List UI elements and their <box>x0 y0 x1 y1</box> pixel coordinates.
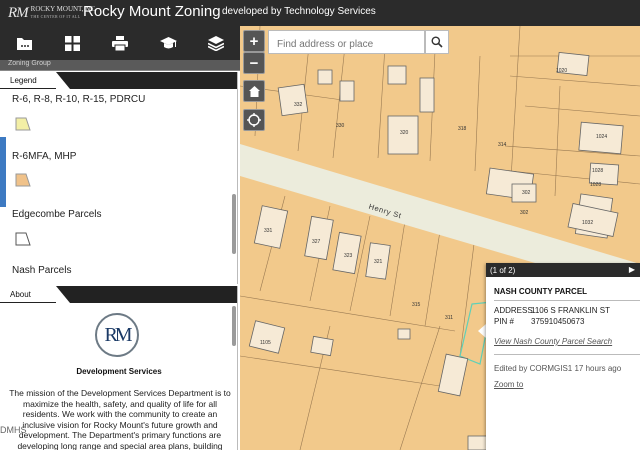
parcel-label: 332 <box>294 102 303 108</box>
legend-tab[interactable]: Legend <box>0 72 56 88</box>
layers-icon <box>208 35 224 51</box>
app-header: RM ROCKY MOUNT, NC THE CENTER OF IT ALL … <box>0 0 640 26</box>
about-scrollbar[interactable] <box>232 306 236 346</box>
popup-pin-key: PIN # <box>494 317 515 326</box>
popup-address-value: 1106 S FRANKLIN ST <box>531 306 610 315</box>
zoom-in-button[interactable]: + <box>243 30 265 52</box>
home-icon <box>248 85 260 97</box>
about-panel: About RM Development Services The missio… <box>0 286 238 450</box>
parcel-label: 321 <box>374 259 383 265</box>
parcel-label: 327 <box>312 239 321 245</box>
parcel-label: 318 <box>458 126 467 132</box>
app-subtitle: developed by Technology Services <box>222 6 376 17</box>
development-services-logo-text: RM <box>104 323 132 346</box>
popup-pointer <box>478 324 486 338</box>
parcel-label: 311 <box>445 315 453 321</box>
legend-swatch-residential <box>15 117 31 131</box>
legend-item-nash-label: Nash Parcels <box>12 265 72 276</box>
legend-swatch-multifamily <box>15 173 31 187</box>
city-logo-mark: RM <box>8 4 29 21</box>
grid-icon <box>64 35 80 51</box>
parcel-label: 323 <box>344 253 353 259</box>
popup-edited-info: Edited by CORMGIS1 17 hours ago <box>494 364 622 373</box>
parcel-label: 302 <box>520 210 529 216</box>
legend-accent-bar <box>0 137 6 207</box>
parcel-label: 314 <box>498 142 507 148</box>
legend-scrollbar[interactable] <box>232 194 236 254</box>
development-services-logo: RM <box>95 313 139 357</box>
parcel-popup: (1 of 2) ▶ NASH COUNTY PARCEL ADDRESS 11… <box>486 263 640 450</box>
parcel-label: 1028 <box>592 168 603 174</box>
popup-title: NASH COUNTY PARCEL <box>494 287 588 296</box>
about-tab-notch <box>56 286 70 303</box>
search-icon <box>431 36 443 48</box>
parcel-label: 302 <box>522 190 531 196</box>
print-button[interactable] <box>96 26 144 60</box>
about-tab[interactable]: About <box>0 286 56 302</box>
printer-icon <box>112 35 128 51</box>
view-parcel-search-link[interactable]: View Nash County Parcel Search <box>494 337 612 346</box>
search-button[interactable] <box>425 30 449 54</box>
legend-swatch-edgecombe <box>15 232 31 246</box>
basemap-grid-button[interactable] <box>48 26 96 60</box>
folder-button[interactable] <box>0 26 48 60</box>
about-button[interactable] <box>144 26 192 60</box>
parcel-label: 1020 <box>556 68 567 74</box>
zoom-out-button[interactable]: − <box>243 52 265 74</box>
watermark: DMHS <box>0 425 27 435</box>
parcel-label: 330 <box>336 123 345 129</box>
search-input[interactable] <box>268 30 425 54</box>
popup-next-button[interactable]: ▶ <box>629 265 635 274</box>
locate-button[interactable] <box>243 109 265 131</box>
city-logo: RM ROCKY MOUNT, NC THE CENTER OF IT ALL <box>8 3 95 23</box>
popup-counter: (1 of 2) <box>490 266 516 275</box>
parcel-label: 1105 <box>260 340 271 346</box>
home-button[interactable] <box>243 80 265 102</box>
toolbar <box>0 26 240 60</box>
legend-item-edgecombe-label: Edgecombe Parcels <box>12 209 102 220</box>
parcel-label: 1032 <box>582 220 593 226</box>
parcel-label: 320 <box>400 130 409 136</box>
zoom-to-link[interactable]: Zoom to <box>494 380 523 389</box>
parcel-label: 1028 <box>590 182 601 188</box>
popup-address-key: ADDRESS <box>494 306 533 315</box>
legend-panel: Legend R-6, R-8, R-10, R-15, PDRCU R-6MF… <box>0 72 238 284</box>
layers-button[interactable] <box>192 26 240 60</box>
parcel-label: 1024 <box>596 134 607 140</box>
legend-tab-notch <box>56 72 70 89</box>
about-heading: Development Services <box>76 367 162 376</box>
app-title: Rocky Mount Zoning <box>83 3 221 20</box>
legend-item-multifamily-label: R-6MFA, MHP <box>12 151 77 162</box>
parcel-label: 315 <box>412 302 421 308</box>
graduation-cap-icon <box>159 37 177 49</box>
folder-icon <box>16 37 32 50</box>
zoning-group-label: Zoning Group <box>8 60 51 67</box>
zoning-group-bar: Zoning Group <box>0 60 240 71</box>
parcel-label: 331 <box>264 228 273 234</box>
popup-divider <box>494 354 640 355</box>
legend-item-residential-label: R-6, R-8, R-10, R-15, PDRCU <box>12 94 146 105</box>
crosshair-icon <box>247 113 261 127</box>
about-text: The mission of the Development Services … <box>9 388 231 450</box>
popup-pin-value: 375910450673 <box>531 317 585 326</box>
popup-divider <box>494 300 640 301</box>
popup-header: (1 of 2) ▶ <box>486 263 640 277</box>
